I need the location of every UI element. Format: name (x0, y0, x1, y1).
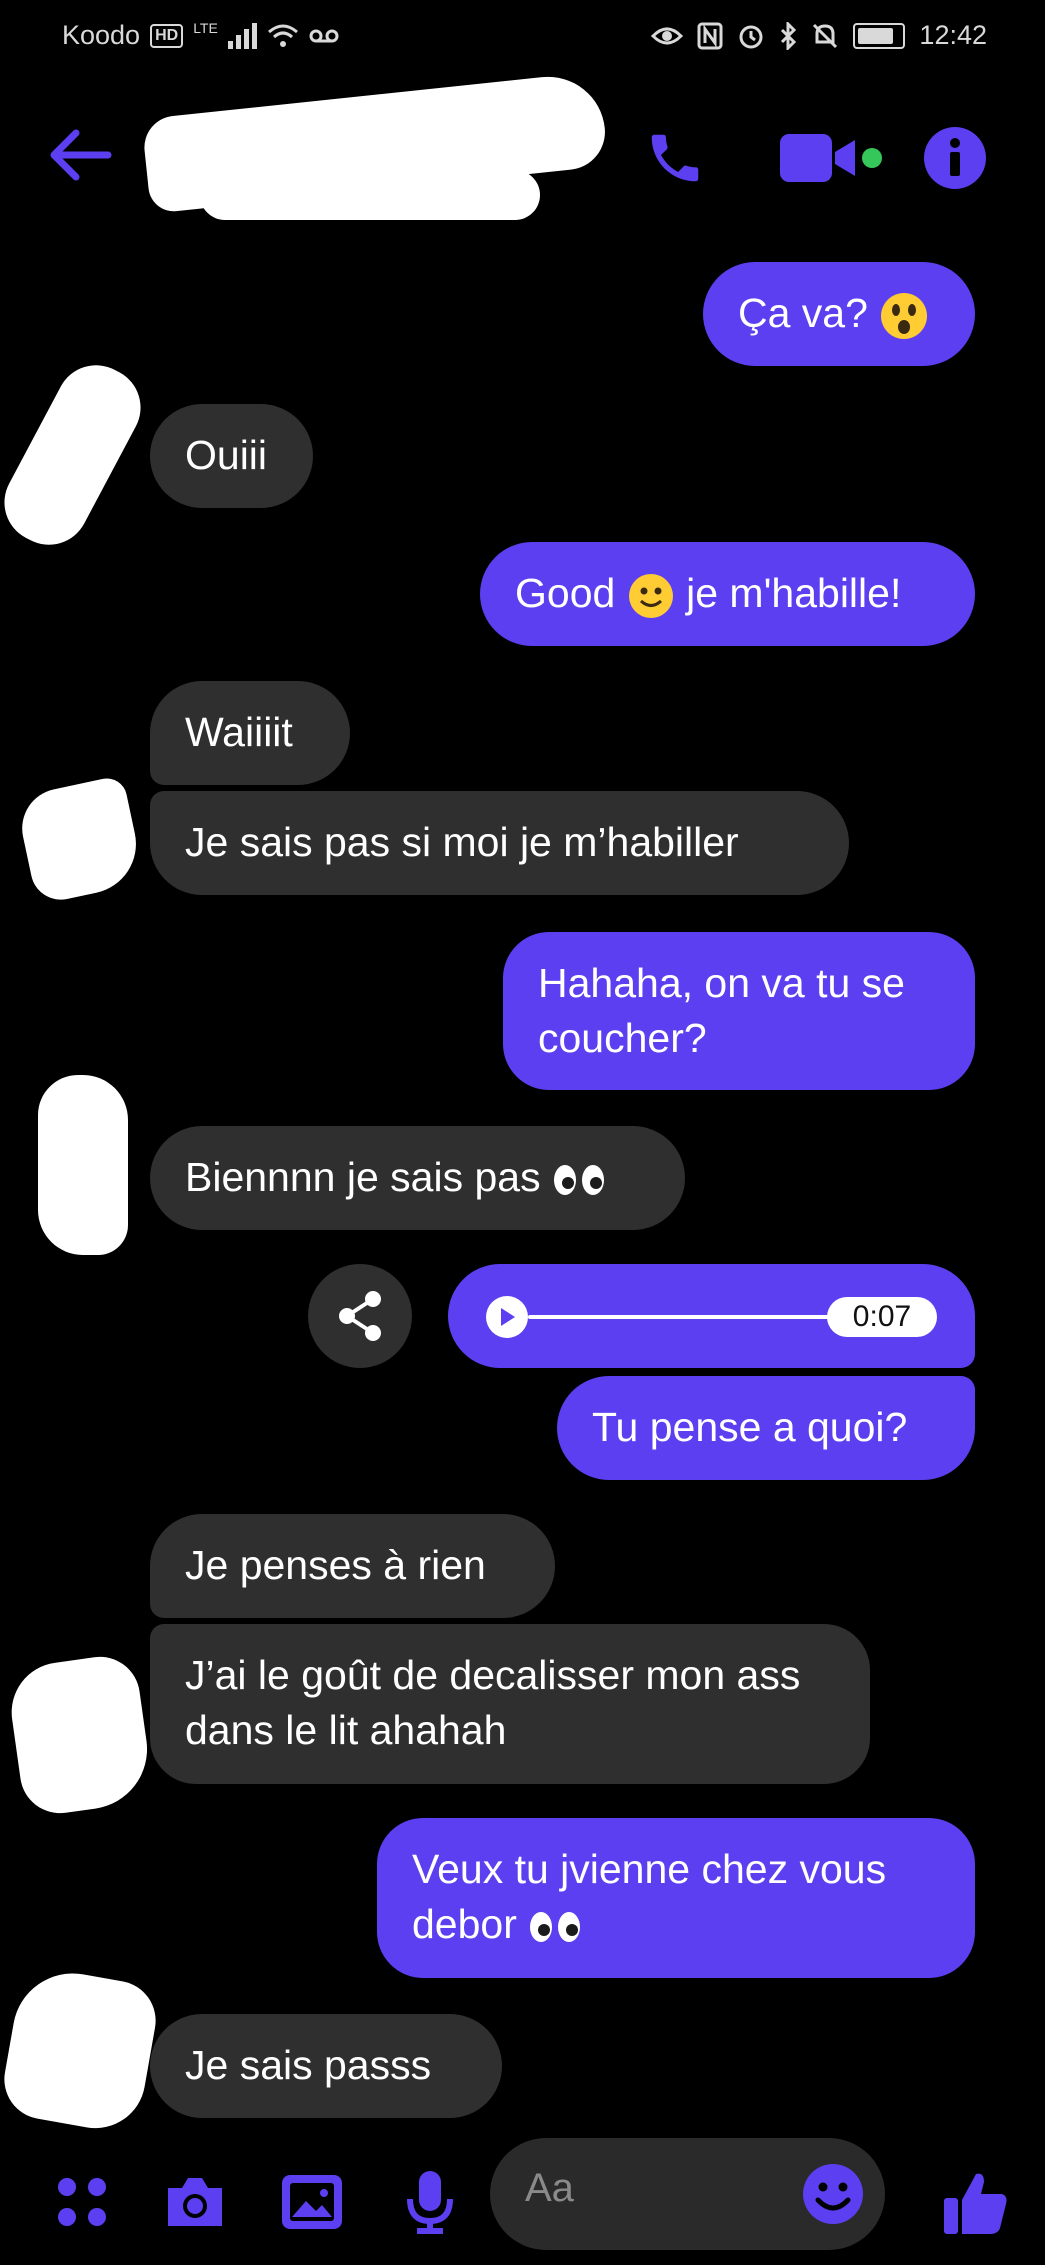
nfc-icon (697, 22, 723, 49)
video-camera-icon (780, 133, 882, 182)
status-bar: Koodo HD LTE 12:42 (0, 0, 1045, 75)
menu-dots-icon (58, 2178, 106, 2226)
redaction-mark (200, 170, 540, 220)
eyes-icon (530, 1912, 581, 1943)
camera-button[interactable] (155, 2162, 235, 2242)
message-text: Good (515, 570, 616, 616)
avatar-redaction (0, 1963, 162, 2137)
message-text: J’ai le goût de decalisser mon ass dans … (185, 1652, 801, 1753)
eye-comfort-icon (651, 27, 684, 44)
incoming-message[interactable]: Ouiii (150, 404, 313, 508)
conversation-header (0, 71, 1045, 230)
avatar-redaction (14, 774, 146, 906)
phone-icon (651, 134, 699, 182)
signal-icon (227, 22, 257, 49)
alarm-icon (739, 25, 763, 48)
hd-badge: HD (150, 23, 184, 48)
online-dot-icon (862, 147, 882, 168)
message-input[interactable]: Aa (490, 2138, 885, 2250)
outgoing-message[interactable]: Good je m'habille! (480, 542, 975, 646)
voice-record-button[interactable] (390, 2162, 470, 2242)
conversation-info-button[interactable] (915, 118, 995, 198)
message-input-placeholder: Aa (525, 2166, 574, 2210)
emoji-button[interactable] (799, 2160, 867, 2228)
arrow-left-icon (50, 129, 112, 181)
message-text: Ça va? (738, 290, 868, 336)
bluetooth-icon (781, 21, 797, 50)
video-call-button[interactable] (775, 120, 885, 195)
play-icon (501, 1308, 515, 1326)
clock: 12:42 (919, 20, 987, 50)
outgoing-message[interactable]: Veux tu jvienne chez vous debor (377, 1818, 975, 1978)
camera-icon (168, 2178, 222, 2226)
incoming-message[interactable]: Je penses à rien (150, 1514, 555, 1618)
battery-icon (853, 22, 906, 49)
play-button[interactable] (486, 1296, 528, 1338)
incoming-message[interactable]: Je sais pas si moi je m’habiller (150, 791, 849, 895)
mute-bell-icon (813, 23, 838, 48)
message-text: Veux tu jvienne chez vous debor (412, 1846, 887, 1947)
message-text: Biennnn je sais pas (185, 1154, 541, 1200)
avatar-redaction (0, 351, 155, 559)
outgoing-message[interactable]: Tu pense a quoi? (557, 1376, 975, 1480)
message-text: Je penses à rien (185, 1542, 486, 1588)
thumbs-up-icon (944, 2173, 1007, 2234)
incoming-message[interactable]: Biennnn je sais pas (150, 1126, 685, 1230)
carrier-name: Koodo (62, 20, 141, 50)
message-text: Tu pense a quoi? (592, 1404, 908, 1450)
eyes-icon (553, 1165, 604, 1196)
audio-message[interactable]: 0:07 (448, 1264, 975, 1368)
emoji-icon (803, 2164, 863, 2224)
info-icon (924, 127, 986, 189)
more-actions-button[interactable] (42, 2162, 122, 2242)
avatar-redaction (38, 1075, 128, 1255)
gallery-icon (282, 2175, 342, 2229)
avatar-redaction (5, 1651, 155, 1819)
share-icon (339, 1291, 381, 1341)
message-text: Hahaha, on va tu se coucher? (538, 960, 905, 1061)
outgoing-message[interactable]: Ça va? (703, 262, 975, 366)
share-button[interactable] (308, 1264, 412, 1368)
smiling-face-icon (628, 574, 673, 619)
message-text: je m'habille! (686, 570, 902, 616)
outgoing-message[interactable]: Hahaha, on va tu se coucher? (503, 932, 975, 1090)
astonished-face-icon (881, 293, 928, 340)
wifi-icon (267, 24, 298, 47)
gallery-button[interactable] (272, 2162, 352, 2242)
incoming-message[interactable]: Waiiiit (150, 681, 350, 785)
message-text: Je sais passs (185, 2042, 432, 2088)
incoming-message[interactable]: J’ai le goût de decalisser mon ass dans … (150, 1624, 870, 1784)
like-button[interactable] (930, 2158, 1020, 2248)
incoming-message[interactable]: Je sais passs (150, 2014, 502, 2118)
back-button[interactable] (45, 120, 115, 190)
message-text: Je sais pas si moi je m’habiller (185, 819, 739, 865)
network-type: LTE (193, 20, 218, 36)
voicemail-icon (309, 29, 339, 42)
microphone-icon (407, 2171, 453, 2234)
voice-call-button[interactable] (635, 118, 715, 198)
message-text: Ouiii (185, 432, 268, 478)
audio-duration: 0:07 (827, 1297, 937, 1337)
message-text: Waiiiit (185, 709, 293, 755)
